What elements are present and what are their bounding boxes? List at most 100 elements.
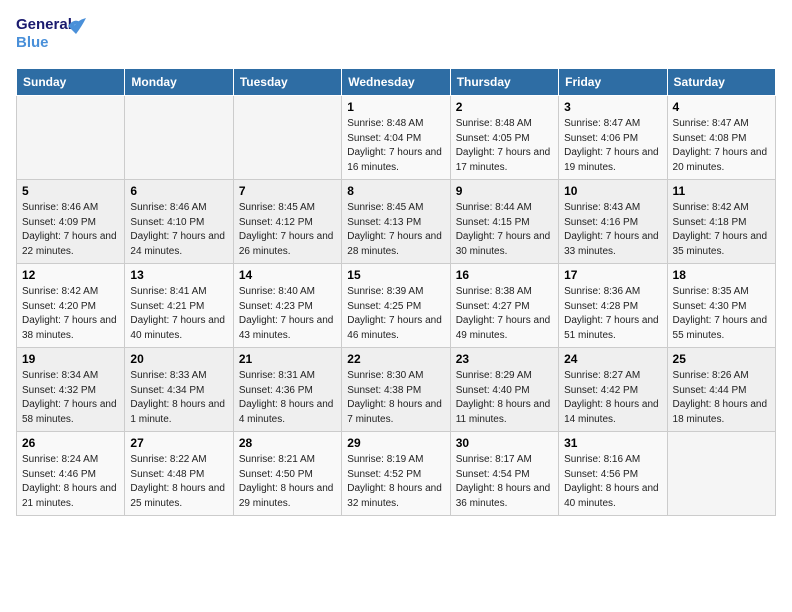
- day-content: Sunrise: 8:41 AM Sunset: 4:21 PM Dayligh…: [130, 285, 227, 343]
- calendar-cell: 5 Sunrise: 8:46 AM Sunset: 4:09 PM Daylig…: [17, 180, 125, 264]
- day-number: 27: [130, 436, 227, 450]
- calendar-cell: 28 Sunrise: 8:21 AM Sunset: 4:50 PM Dayli…: [233, 432, 341, 516]
- day-number: 9: [456, 184, 553, 198]
- day-number: 26: [22, 436, 119, 450]
- day-content: Sunrise: 8:24 AM Sunset: 4:46 PM Dayligh…: [22, 453, 119, 511]
- day-content: Sunrise: 8:16 AM Sunset: 4:56 PM Dayligh…: [564, 453, 661, 511]
- day-number: 6: [130, 184, 227, 198]
- day-content: Sunrise: 8:44 AM Sunset: 4:15 PM Dayligh…: [456, 201, 553, 259]
- day-content: Sunrise: 8:43 AM Sunset: 4:16 PM Dayligh…: [564, 201, 661, 259]
- calendar-cell: 4 Sunrise: 8:47 AM Sunset: 4:08 PM Daylig…: [667, 96, 775, 180]
- calendar-cell: 21 Sunrise: 8:31 AM Sunset: 4:36 PM Dayli…: [233, 348, 341, 432]
- calendar-day-header: Sunday: [17, 69, 125, 96]
- calendar-cell: 6 Sunrise: 8:46 AM Sunset: 4:10 PM Daylig…: [125, 180, 233, 264]
- calendar-cell: 18Sunrise: 8:35 AM Sunset: 4:30 PM Dayli…: [667, 264, 775, 348]
- calendar-day-header: Thursday: [450, 69, 558, 96]
- calendar-week-row: 1Sunrise: 8:48 AM Sunset: 4:04 PM Daylig…: [17, 96, 776, 180]
- day-number: 23: [456, 352, 553, 366]
- calendar-cell: 9 Sunrise: 8:44 AM Sunset: 4:15 PM Daylig…: [450, 180, 558, 264]
- day-content: Sunrise: 8:22 AM Sunset: 4:48 PM Dayligh…: [130, 453, 227, 511]
- day-number: 22: [347, 352, 444, 366]
- calendar-cell: 15 Sunrise: 8:39 AM Sunset: 4:25 PM Dayli…: [342, 264, 450, 348]
- calendar-cell: 17 Sunrise: 8:36 AM Sunset: 4:28 PM Dayli…: [559, 264, 667, 348]
- day-content: Sunrise: 8:39 AM Sunset: 4:25 PM Dayligh…: [347, 285, 444, 343]
- day-content: Sunrise: 8:45 AM Sunset: 4:12 PM Dayligh…: [239, 201, 336, 259]
- day-content: Sunrise: 8:29 AM Sunset: 4:40 PM Dayligh…: [456, 369, 553, 427]
- day-number: 4: [673, 100, 770, 114]
- calendar-cell: 3 Sunrise: 8:47 AM Sunset: 4:06 PM Daylig…: [559, 96, 667, 180]
- day-content: Sunrise: 8:31 AM Sunset: 4:36 PM Dayligh…: [239, 369, 336, 427]
- day-number: 2: [456, 100, 553, 114]
- day-number: 3: [564, 100, 661, 114]
- calendar-cell: [125, 96, 233, 180]
- calendar-cell: 24 Sunrise: 8:27 AM Sunset: 4:42 PM Dayli…: [559, 348, 667, 432]
- day-content: Sunrise: 8:42 AM Sunset: 4:20 PM Dayligh…: [22, 285, 119, 343]
- logo-text-general: General: [16, 16, 72, 33]
- day-content: Sunrise: 8:46 AM Sunset: 4:09 PM Dayligh…: [22, 201, 119, 259]
- calendar-day-header: Monday: [125, 69, 233, 96]
- calendar-cell: 25 Sunrise: 8:26 AM Sunset: 4:44 PM Dayli…: [667, 348, 775, 432]
- calendar-week-row: 26 Sunrise: 8:24 AM Sunset: 4:46 PM Dayli…: [17, 432, 776, 516]
- day-content: Sunrise: 8:34 AM Sunset: 4:32 PM Dayligh…: [22, 369, 119, 427]
- day-number: 21: [239, 352, 336, 366]
- day-content: Sunrise: 8:17 AM Sunset: 4:54 PM Dayligh…: [456, 453, 553, 511]
- day-content: Sunrise: 8:19 AM Sunset: 4:52 PM Dayligh…: [347, 453, 444, 511]
- calendar-cell: 23 Sunrise: 8:29 AM Sunset: 4:40 PM Dayli…: [450, 348, 558, 432]
- day-content: Sunrise: 8:33 AM Sunset: 4:34 PM Dayligh…: [130, 369, 227, 427]
- calendar-week-row: 5 Sunrise: 8:46 AM Sunset: 4:09 PM Daylig…: [17, 180, 776, 264]
- day-number: 8: [347, 184, 444, 198]
- day-number: 12: [22, 268, 119, 282]
- day-number: 20: [130, 352, 227, 366]
- day-number: 29: [347, 436, 444, 450]
- calendar-week-row: 12 Sunrise: 8:42 AM Sunset: 4:20 PM Dayli…: [17, 264, 776, 348]
- calendar-cell: 27 Sunrise: 8:22 AM Sunset: 4:48 PM Dayli…: [125, 432, 233, 516]
- day-content: Sunrise: 8:38 AM Sunset: 4:27 PM Dayligh…: [456, 285, 553, 343]
- day-number: 18: [673, 268, 770, 282]
- day-number: 5: [22, 184, 119, 198]
- calendar-cell: 19 Sunrise: 8:34 AM Sunset: 4:32 PM Dayli…: [17, 348, 125, 432]
- calendar-cell: [667, 432, 775, 516]
- day-content: Sunrise: 8:42 AM Sunset: 4:18 PM Dayligh…: [673, 201, 770, 259]
- day-number: 17: [564, 268, 661, 282]
- day-content: Sunrise: 8:47 AM Sunset: 4:06 PM Dayligh…: [564, 117, 661, 175]
- calendar-header-row: SundayMondayTuesdayWednesdayThursdayFrid…: [17, 69, 776, 96]
- calendar-cell: 7 Sunrise: 8:45 AM Sunset: 4:12 PM Daylig…: [233, 180, 341, 264]
- calendar-cell: 26 Sunrise: 8:24 AM Sunset: 4:46 PM Dayli…: [17, 432, 125, 516]
- day-content: Sunrise: 8:36 AM Sunset: 4:28 PM Dayligh…: [564, 285, 661, 343]
- day-number: 28: [239, 436, 336, 450]
- day-content: Sunrise: 8:48 AM Sunset: 4:05 PM Dayligh…: [456, 117, 553, 175]
- calendar-cell: 31 Sunrise: 8:16 AM Sunset: 4:56 PM Dayli…: [559, 432, 667, 516]
- day-number: 15: [347, 268, 444, 282]
- day-number: 1: [347, 100, 444, 114]
- day-number: 24: [564, 352, 661, 366]
- day-content: Sunrise: 8:21 AM Sunset: 4:50 PM Dayligh…: [239, 453, 336, 511]
- calendar-cell: 11 Sunrise: 8:42 AM Sunset: 4:18 PM Dayli…: [667, 180, 775, 264]
- day-number: 31: [564, 436, 661, 450]
- day-number: 19: [22, 352, 119, 366]
- calendar-day-header: Saturday: [667, 69, 775, 96]
- calendar-cell: 1Sunrise: 8:48 AM Sunset: 4:04 PM Daylig…: [342, 96, 450, 180]
- calendar-day-header: Friday: [559, 69, 667, 96]
- day-content: Sunrise: 8:40 AM Sunset: 4:23 PM Dayligh…: [239, 285, 336, 343]
- day-number: 25: [673, 352, 770, 366]
- logo-text-blue: Blue: [16, 34, 49, 51]
- calendar-cell: 16 Sunrise: 8:38 AM Sunset: 4:27 PM Dayli…: [450, 264, 558, 348]
- day-content: Sunrise: 8:26 AM Sunset: 4:44 PM Dayligh…: [673, 369, 770, 427]
- day-number: 16: [456, 268, 553, 282]
- calendar-cell: 29 Sunrise: 8:19 AM Sunset: 4:52 PM Dayli…: [342, 432, 450, 516]
- day-content: Sunrise: 8:47 AM Sunset: 4:08 PM Dayligh…: [673, 117, 770, 175]
- calendar-cell: 13Sunrise: 8:41 AM Sunset: 4:21 PM Dayli…: [125, 264, 233, 348]
- logo-bird-icon: [68, 18, 86, 34]
- day-number: 11: [673, 184, 770, 198]
- logo: General Blue: [16, 16, 66, 58]
- day-content: Sunrise: 8:27 AM Sunset: 4:42 PM Dayligh…: [564, 369, 661, 427]
- calendar-day-header: Tuesday: [233, 69, 341, 96]
- day-number: 14: [239, 268, 336, 282]
- day-number: 7: [239, 184, 336, 198]
- day-content: Sunrise: 8:45 AM Sunset: 4:13 PM Dayligh…: [347, 201, 444, 259]
- day-number: 30: [456, 436, 553, 450]
- day-content: Sunrise: 8:46 AM Sunset: 4:10 PM Dayligh…: [130, 201, 227, 259]
- calendar-cell: 2 Sunrise: 8:48 AM Sunset: 4:05 PM Daylig…: [450, 96, 558, 180]
- calendar-cell: [17, 96, 125, 180]
- calendar-cell: 8 Sunrise: 8:45 AM Sunset: 4:13 PM Daylig…: [342, 180, 450, 264]
